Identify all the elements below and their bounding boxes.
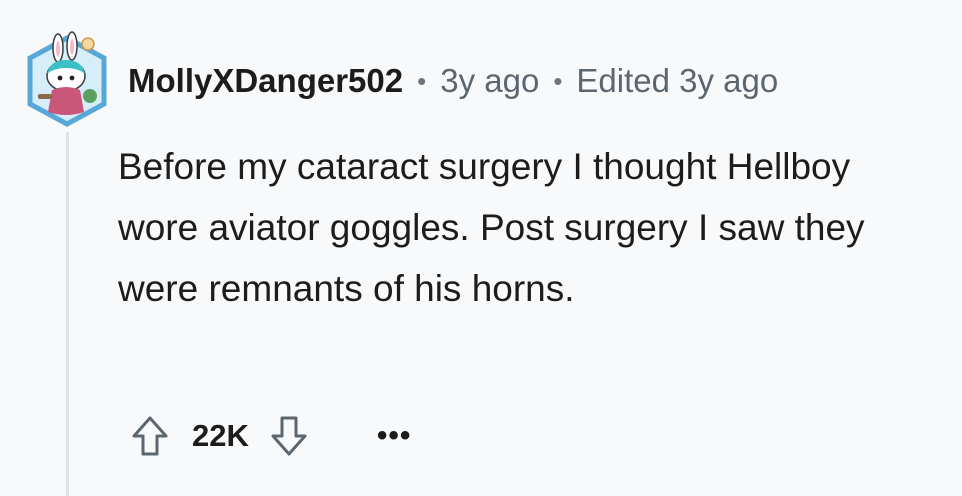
username-link[interactable]: MollyXDanger502 bbox=[128, 62, 403, 100]
comment-header: MollyXDanger502 • 3y ago • Edited 3y ago bbox=[128, 58, 778, 104]
thread-line[interactable] bbox=[66, 132, 69, 496]
meta-separator: • bbox=[417, 66, 427, 96]
arrow-up-icon bbox=[132, 416, 168, 456]
upvote-button[interactable] bbox=[128, 411, 172, 461]
meta-separator: • bbox=[553, 66, 563, 96]
snoo-avatar-icon bbox=[27, 31, 107, 127]
comment-actions: 22K ••• bbox=[128, 410, 411, 462]
comment-age[interactable]: 3y ago bbox=[440, 62, 539, 100]
vote-score: 22K bbox=[192, 418, 249, 453]
edited-label: Edited 3y ago bbox=[576, 62, 779, 99]
comment-body: Before my cataract surgery I thought Hel… bbox=[118, 146, 865, 309]
more-options-button[interactable]: ••• bbox=[377, 421, 412, 451]
downvote-button[interactable] bbox=[267, 411, 311, 461]
arrow-down-icon bbox=[271, 416, 307, 456]
avatar[interactable] bbox=[24, 26, 110, 130]
